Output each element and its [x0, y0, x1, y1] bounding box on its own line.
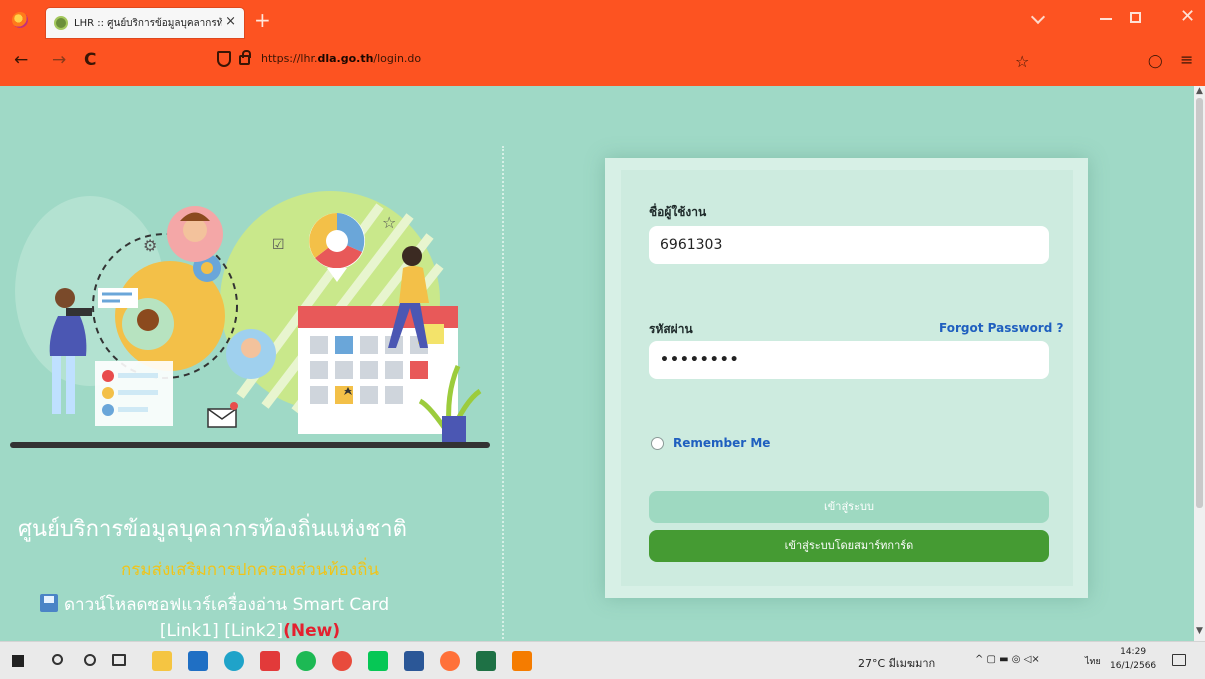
back-button[interactable]: ←: [14, 50, 28, 70]
bookmark-star-icon[interactable]: ☆: [1015, 52, 1029, 71]
lock-icon[interactable]: [239, 50, 251, 65]
site-favicon-icon: [54, 16, 68, 30]
mail-icon[interactable]: [188, 651, 208, 671]
new-badge: (New): [283, 621, 341, 641]
page-scrollbar[interactable]: ▲ ▼: [1194, 86, 1205, 641]
word-icon[interactable]: [404, 651, 424, 671]
app-menu-icon[interactable]: ≡: [1180, 50, 1193, 69]
pocket-icon[interactable]: ◯: [1148, 54, 1163, 69]
url-text[interactable]: https://lhr.dla.go.th/login.do: [261, 52, 421, 65]
clock-time: 14:29: [1120, 647, 1147, 657]
scroll-up-arrow-icon[interactable]: ▲: [1196, 86, 1203, 96]
weather-text[interactable]: 27°C มีเมฆมาก: [858, 654, 935, 672]
window-minimize-button[interactable]: [1100, 18, 1112, 20]
system-tray-icons[interactable]: ^ ▢ ▬ ◎ ◁×: [975, 654, 1040, 665]
window-restore-button[interactable]: [1130, 12, 1141, 23]
login-form: ชื่อผู้ใช้งาน 6961303 รหัสผ่าน Forgot Pa…: [621, 170, 1073, 586]
browser-tab[interactable]: LHR :: ศูนย์บริการข้อมูลบุคลากรท้องถิ่น …: [46, 8, 244, 38]
link1[interactable]: [Link1]: [160, 621, 219, 641]
svg-text:☑: ☑: [272, 237, 285, 253]
site-title: ศูนย์บริการข้อมูลบุคลากรท้องถิ่นแห่งชาติ: [18, 517, 407, 542]
smartcard-login-button[interactable]: เข้าสู่ระบบโดยสมาร์ทการ์ด: [649, 530, 1049, 562]
chrome-icon[interactable]: [332, 651, 352, 671]
username-input[interactable]: 6961303: [649, 226, 1049, 264]
scroll-down-arrow-icon[interactable]: ▼: [1196, 626, 1203, 636]
windows-start-icon[interactable]: [12, 655, 24, 667]
browser-titlebar: LHR :: ศูนย์บริการข้อมูลบุคลากรท้องถิ่น …: [0, 0, 1205, 40]
url-bar[interactable]: https://lhr.dla.go.th/login.do: [205, 46, 1045, 74]
reload-button[interactable]: C: [84, 50, 96, 70]
download-smartcard-text[interactable]: ดาวน์โหลดซอฟแวร์เครื่องอ่าน Smart Card: [40, 591, 500, 618]
spotify-icon[interactable]: [296, 651, 316, 671]
clock-date: 16/1/2566: [1110, 661, 1157, 671]
new-tab-button[interactable]: +: [254, 8, 271, 32]
scroll-thumb[interactable]: [1196, 98, 1203, 508]
password-input[interactable]: ••••••••: [649, 341, 1049, 379]
department-subtitle: กรมส่งเสริมการปกครองส่วนท้องถิ่น: [120, 560, 380, 580]
tab-list-chevron-icon[interactable]: [1030, 9, 1046, 25]
page-content: ⚙ ☑ ☆ ศูนย์บริการข้อมูลบุคลากรท้องถิ่นแห…: [0, 86, 1194, 641]
link2[interactable]: [Link2]: [224, 621, 283, 641]
file-explorer-icon[interactable]: [152, 651, 172, 671]
remember-me-label[interactable]: Remember Me: [673, 436, 770, 450]
clock[interactable]: 14:29 16/1/2566: [1110, 645, 1156, 673]
app-icon[interactable]: [512, 651, 532, 671]
anydesk-icon[interactable]: [260, 651, 280, 671]
browser-navbar: ← → C https://lhr.dla.go.th/login.do ☆ ◯…: [0, 40, 1205, 86]
remember-me-checkbox[interactable]: [651, 437, 664, 450]
tracking-shield-icon[interactable]: [217, 51, 231, 67]
line-icon[interactable]: [368, 651, 388, 671]
task-view-icon[interactable]: [112, 654, 126, 666]
login-card: ชื่อผู้ใช้งาน 6961303 รหัสผ่าน Forgot Pa…: [605, 158, 1088, 598]
firefox-taskbar-icon[interactable]: [440, 651, 460, 671]
language-indicator[interactable]: ไทย: [1085, 654, 1101, 668]
svg-text:☆: ☆: [382, 213, 396, 232]
username-label: ชื่อผู้ใช้งาน: [649, 205, 707, 219]
floppy-disk-icon: [40, 594, 58, 612]
forgot-password-link[interactable]: Forgot Password ?: [939, 321, 1063, 335]
windows-taskbar: 27°C มีเมฆมาก ^ ▢ ▬ ◎ ◁× ไทย 14:29 16/1/…: [0, 641, 1205, 679]
svg-text:⚙: ⚙: [143, 236, 157, 255]
forward-button[interactable]: →: [52, 50, 66, 70]
hero-illustration: ⚙ ☑ ☆: [10, 191, 490, 448]
cortana-icon[interactable]: [84, 654, 96, 666]
window-close-button[interactable]: ✕: [1180, 6, 1195, 27]
notification-icon[interactable]: [1172, 654, 1186, 666]
password-label: รหัสผ่าน: [649, 322, 693, 336]
tab-close-icon[interactable]: ×: [225, 14, 236, 29]
search-icon[interactable]: [52, 654, 63, 665]
download-links: [Link1] [Link2](New): [0, 621, 500, 641]
edge-icon[interactable]: [224, 651, 244, 671]
tab-title: LHR :: ศูนย์บริการข้อมูลบุคลากรท้องถิ่น: [74, 18, 222, 29]
login-button[interactable]: เข้าสู่ระบบ: [649, 491, 1049, 523]
excel-icon[interactable]: [476, 651, 496, 671]
dotted-divider: [502, 146, 504, 641]
firefox-logo-icon[interactable]: [12, 12, 28, 28]
